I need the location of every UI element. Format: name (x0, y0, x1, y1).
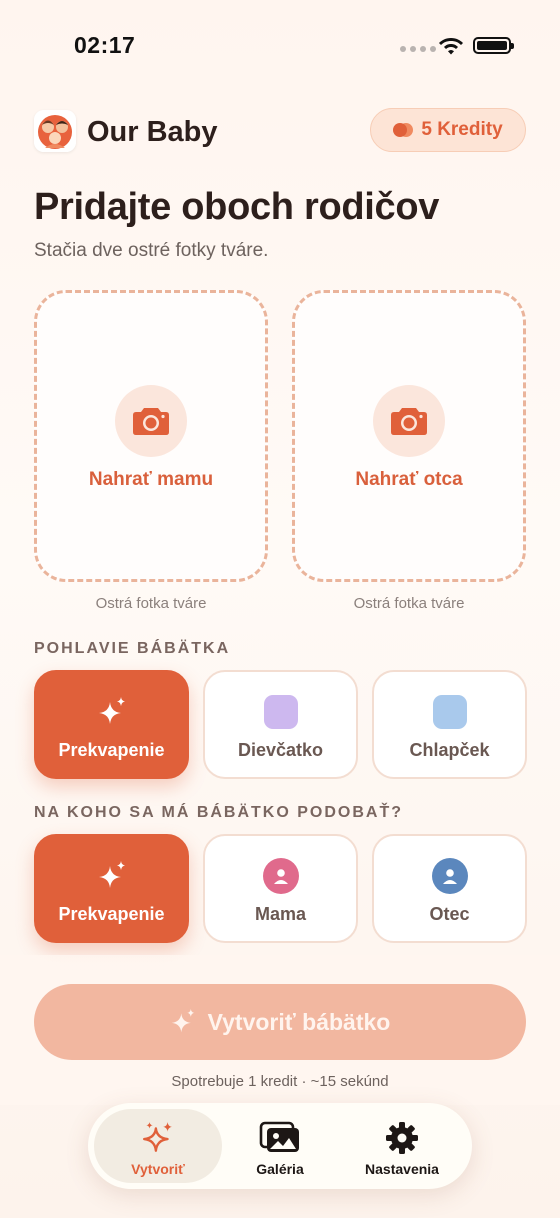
credits-badge[interactable]: 5 Kredity (370, 108, 526, 152)
upload-dad-hint: Ostrá fotka tváre (353, 595, 465, 612)
page-subtitle: Stačia dve ostré fotky tváre. (34, 240, 269, 261)
tab-create-label: Vytvoriť (131, 1161, 185, 1177)
sparkles-icon (94, 694, 130, 730)
person-icon (262, 858, 299, 894)
option-label: Dievčatko (237, 740, 324, 760)
gender-option-boy[interactable]: Chlapček (372, 670, 527, 779)
status-time: 02:17 (74, 32, 136, 58)
app-logo (34, 110, 76, 152)
app-header: Our Baby 5 Kredity (34, 108, 526, 154)
tab-settings-label: Nastavenia (365, 1161, 439, 1177)
tab-bar: Vytvoriť Galéria Nastavenia (88, 1103, 472, 1189)
app-title: Our Baby (87, 116, 218, 148)
gender-section-label: POHLAVIE BÁBÄTKA (34, 640, 231, 657)
blue-square-icon (432, 694, 468, 730)
sparkles-icon (171, 1009, 194, 1033)
camera-icon (115, 385, 187, 457)
signal-icon (400, 46, 436, 52)
upload-mom-hint: Ostrá fotka tváre (95, 595, 207, 612)
create-baby-label: Vytvoriť bábätko (207, 1008, 391, 1035)
wifi-icon (439, 38, 463, 55)
upload-mom-label: Nahrať mamu (88, 469, 214, 490)
upload-dad-label: Nahrať otca (355, 469, 463, 490)
create-baby-button[interactable]: Vytvoriť bábätko (34, 984, 526, 1060)
battery-icon (473, 37, 514, 54)
upload-mom-card[interactable]: Nahrať mamu (34, 290, 268, 582)
option-label: Chlapček (409, 740, 490, 760)
resembles-option-mom[interactable]: Mama (203, 834, 358, 943)
option-label: Mama (254, 904, 307, 924)
gender-option-girl[interactable]: Dievčatko (203, 670, 358, 779)
sparkles-icon (143, 1122, 172, 1152)
camera-icon (373, 385, 445, 457)
option-label: Prekvapenie (58, 904, 165, 924)
tab-create[interactable]: Vytvoriť (94, 1109, 222, 1183)
gender-option-surprise[interactable]: Prekvapenie (34, 670, 189, 779)
gallery-icon (259, 1121, 299, 1152)
tab-gallery[interactable]: Galéria (216, 1109, 344, 1183)
resembles-section-label: NA KOHO SA MÁ BÁBÄTKO PODOBAŤ? (34, 804, 404, 821)
page-title: Pridajte oboch rodičov (34, 186, 440, 228)
coins-icon (393, 123, 414, 137)
option-label: Prekvapenie (58, 740, 165, 760)
person-icon (431, 858, 468, 894)
status-bar: 02:17 (0, 0, 560, 90)
sparkles-icon (94, 858, 130, 894)
tab-settings[interactable]: Nastavenia (338, 1109, 466, 1183)
resembles-option-surprise[interactable]: Prekvapenie (34, 834, 189, 943)
resembles-option-dad[interactable]: Otec (372, 834, 527, 943)
upload-dad-card[interactable]: Nahrať otca (292, 290, 526, 582)
tab-gallery-label: Galéria (256, 1161, 304, 1177)
gear-icon (386, 1122, 418, 1154)
credits-label: 5 Kredity (421, 119, 503, 140)
create-caption: Spotrebuje 1 kredit · ~15 sekúnd (171, 1073, 389, 1090)
option-label: Otec (429, 904, 470, 924)
purple-square-icon (263, 694, 299, 730)
